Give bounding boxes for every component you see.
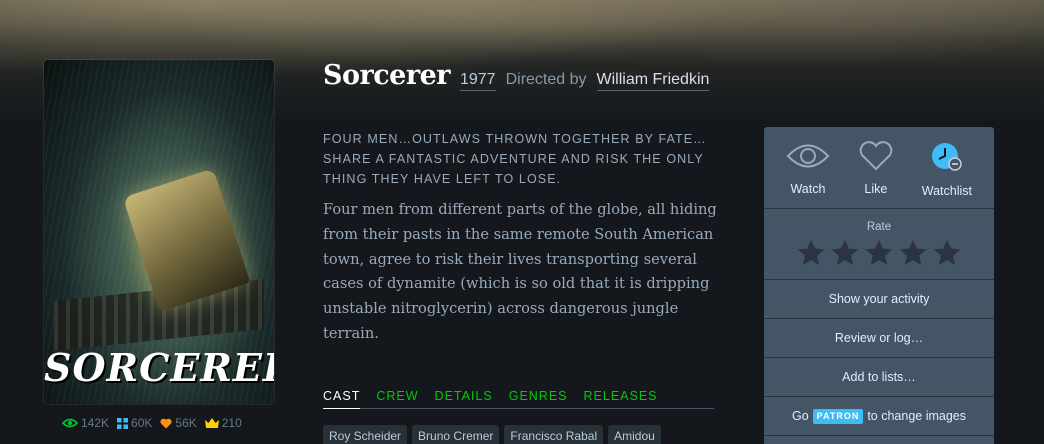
star-icon[interactable]: [931, 237, 963, 269]
cast-list: Roy Scheider Bruno Cremer Francisco Raba…: [323, 425, 661, 444]
film-tagline: FOUR MEN…OUTLAWS THROWN TOGETHER BY FATE…: [323, 132, 707, 186]
star-rating[interactable]: [764, 237, 994, 269]
cast-chip[interactable]: Amidou: [608, 425, 661, 444]
cast-chip[interactable]: Bruno Cremer: [412, 425, 500, 444]
watched-count: 142K: [81, 416, 110, 430]
top-count: 210: [221, 416, 242, 430]
add-to-lists-button[interactable]: Add to lists…: [764, 358, 994, 397]
poster-title: SORCERER: [44, 345, 274, 390]
review-log-button[interactable]: Review or log…: [764, 319, 994, 358]
eye-icon: [62, 418, 78, 428]
tab-crew[interactable]: CREW: [376, 388, 418, 409]
likes-count: 56K: [175, 416, 197, 430]
heart-icon: [858, 141, 894, 176]
lists-count: 60K: [131, 416, 153, 430]
patron-badge[interactable]: PATRON: [812, 408, 864, 424]
heart-icon: [160, 418, 172, 429]
watch-label: Watch: [790, 182, 826, 196]
watchlist-label: Watchlist: [921, 184, 973, 198]
tab-details[interactable]: DETAILS: [435, 388, 493, 409]
like-button[interactable]: Like: [858, 141, 894, 198]
watch-button[interactable]: Watch: [786, 141, 830, 198]
tab-genres[interactable]: GENRES: [509, 388, 568, 409]
film-synopsis: Four men from different parts of the glo…: [323, 201, 717, 342]
top-stat[interactable]: 210: [204, 416, 242, 430]
star-icon[interactable]: [795, 237, 827, 269]
cast-chip[interactable]: Francisco Rabal: [504, 425, 604, 444]
like-label: Like: [864, 182, 888, 196]
rate-label: Rate: [866, 221, 892, 233]
star-icon[interactable]: [863, 237, 895, 269]
film-title: Sorcerer: [323, 60, 450, 91]
film-poster[interactable]: SORCERER: [44, 60, 274, 404]
change-images-label: to change images: [867, 408, 967, 423]
cast-chip[interactable]: Roy Scheider: [323, 425, 408, 444]
film-stats: 142K 60K 56K 210: [62, 416, 242, 430]
eye-icon: [786, 141, 830, 176]
lists-stat[interactable]: 60K: [117, 416, 152, 430]
likes-stat[interactable]: 56K: [160, 416, 197, 430]
watchlist-button[interactable]: Watchlist: [922, 141, 972, 198]
go-label: Go: [791, 408, 809, 423]
directed-by-label: Directed by: [505, 71, 587, 88]
grid-icon: [117, 417, 129, 429]
action-buttons: Watch Like Watchlist: [764, 127, 994, 209]
star-icon[interactable]: [829, 237, 861, 269]
film-header: Sorcerer 1977 Directed by William Friedk…: [323, 60, 710, 91]
actions-panel: Watch Like Watchlist Rate Show your acti…: [764, 127, 994, 444]
star-icon[interactable]: [897, 237, 929, 269]
tab-releases[interactable]: RELEASES: [584, 388, 658, 409]
change-images-row[interactable]: Go PATRON to change images: [764, 397, 994, 436]
crown-icon: [204, 418, 219, 428]
show-activity-button[interactable]: Show your activity: [764, 280, 994, 319]
rate-block: Rate: [764, 209, 994, 280]
film-tabs: CAST CREW DETAILS GENRES RELEASES: [323, 388, 714, 409]
director-link[interactable]: William Friedkin: [596, 71, 710, 91]
film-year-link[interactable]: 1977: [459, 71, 496, 91]
clock-icon: [928, 141, 966, 178]
watched-stat[interactable]: 142K: [62, 416, 109, 430]
tab-cast[interactable]: CAST: [323, 388, 361, 409]
